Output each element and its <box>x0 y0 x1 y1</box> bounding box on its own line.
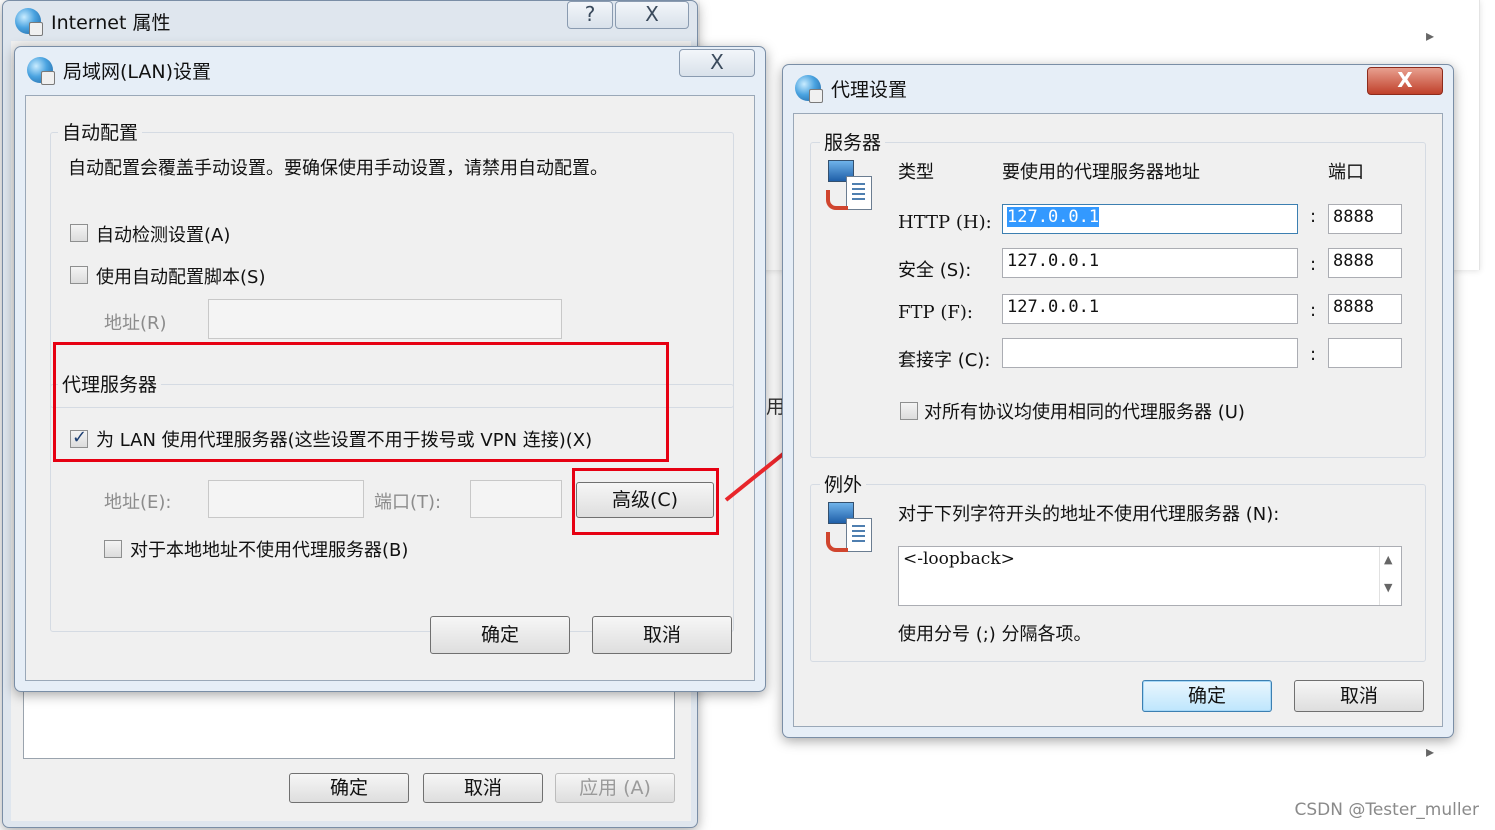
proxy-port-input[interactable] <box>470 480 562 518</box>
secure-port-input[interactable]: 8888 <box>1328 248 1402 278</box>
proxy-dialog-title: 代理设置 <box>831 78 908 101</box>
exceptions-computer-icon <box>826 502 874 558</box>
script-address-input[interactable] <box>208 299 562 339</box>
http-address-input[interactable]: 127.0.0.1 <box>1002 204 1298 234</box>
internet-list-box <box>23 691 675 759</box>
auto-detect-label[interactable]: 自动检测设置(A) <box>96 221 230 247</box>
internet-ok-button[interactable]: 确定 <box>289 773 409 803</box>
use-script-label[interactable]: 使用自动配置脚本(S) <box>96 263 265 289</box>
advanced-highlight-box <box>572 468 719 535</box>
http-colon: : <box>1310 206 1317 227</box>
proxy-highlight-box <box>53 342 669 462</box>
servers-group-label: 服务器 <box>820 128 886 155</box>
secure-address-input[interactable]: 127.0.0.1 <box>1002 248 1298 278</box>
ftp-label: FTP (F): <box>898 302 973 323</box>
lan-globe-icon <box>27 57 55 85</box>
proxy-ok-button[interactable]: 确定 <box>1142 680 1272 712</box>
proxy-address-label: 地址(E): <box>104 492 172 513</box>
ftp-port-input[interactable]: 8888 <box>1328 294 1402 324</box>
help-button[interactable]: ? <box>567 1 613 29</box>
lan-ok-button[interactable]: 确定 <box>430 616 570 654</box>
exceptions-value: <-loopback> <box>903 549 1015 569</box>
http-address-selected-text: 127.0.0.1 <box>1007 207 1100 227</box>
internet-properties-title: Internet 属性 <box>51 11 171 34</box>
proxy-settings-dialog: 代理设置 X 服务器 类型 要使用的代理服务器地址 端口 HTTP (H): 1… <box>782 64 1454 738</box>
internet-apply-button[interactable]: 应用 (A) <box>555 773 675 803</box>
exceptions-hint: 使用分号 (;) 分隔各项。 <box>898 624 1092 645</box>
proxy-address-input[interactable] <box>208 480 364 518</box>
bypass-local-checkbox[interactable] <box>104 540 122 558</box>
socks-label: 套接字 (C): <box>898 350 991 371</box>
background-chevron-icon-2: ▸ <box>1426 742 1435 761</box>
scroll-down-icon[interactable]: ▼ <box>1384 581 1392 594</box>
lan-close-button[interactable]: X <box>679 49 755 77</box>
http-label: HTTP (H): <box>898 212 992 233</box>
auto-config-description: 自动配置会覆盖手动设置。要确保使用手动设置，请禁用自动配置。 <box>68 158 608 179</box>
watermark: CSDN @Tester_muller <box>1294 800 1479 820</box>
secure-colon: : <box>1310 254 1317 275</box>
auto-detect-checkbox[interactable] <box>70 224 88 242</box>
socks-address-input[interactable] <box>1002 338 1298 368</box>
auto-config-group-label: 自动配置 <box>58 118 143 145</box>
exceptions-scrollbar[interactable]: ▲ ▼ <box>1379 547 1401 605</box>
lan-dialog-title: 局域网(LAN)设置 <box>63 60 212 83</box>
ftp-colon: : <box>1310 300 1317 321</box>
socks-port-input[interactable] <box>1328 338 1402 368</box>
col-type-header: 类型 <box>898 162 934 183</box>
bypass-local-label[interactable]: 对于本地地址不使用代理服务器(B) <box>130 536 408 562</box>
lan-titlebar: 局域网(LAN)设置 <box>15 47 765 93</box>
background-chevron-icon: ▸ <box>1426 26 1435 45</box>
lan-cancel-button[interactable]: 取消 <box>592 616 732 654</box>
ftp-address-input[interactable]: 127.0.0.1 <box>1002 294 1298 324</box>
use-script-checkbox[interactable] <box>70 266 88 284</box>
http-port-input[interactable]: 8888 <box>1328 204 1402 234</box>
proxy-port-label: 端口(T): <box>374 492 442 513</box>
col-address-header: 要使用的代理服务器地址 <box>1002 162 1200 183</box>
socks-colon: : <box>1310 344 1317 365</box>
proxy-close-button[interactable]: X <box>1367 67 1443 95</box>
internet-globe-icon <box>15 8 43 36</box>
proxy-titlebar: 代理设置 <box>783 65 1453 111</box>
script-address-label: 地址(R) <box>104 313 167 334</box>
exceptions-textarea[interactable]: <-loopback> ▲ ▼ <box>898 546 1402 606</box>
secure-label: 安全 (S): <box>898 260 972 281</box>
network-computer-icon <box>826 160 874 216</box>
exceptions-group-label: 例外 <box>820 470 867 497</box>
proxy-client-area: 服务器 类型 要使用的代理服务器地址 端口 HTTP (H): 127.0.0.… <box>793 113 1443 727</box>
internet-cancel-button[interactable]: 取消 <box>423 773 543 803</box>
proxy-globe-icon <box>795 75 823 103</box>
same-proxy-checkbox[interactable] <box>900 402 918 420</box>
same-proxy-label[interactable]: 对所有协议均使用相同的代理服务器 (U) <box>924 398 1245 424</box>
col-port-header: 端口 <box>1328 162 1364 183</box>
proxy-cancel-button[interactable]: 取消 <box>1294 680 1424 712</box>
internet-close-button[interactable]: X <box>615 1 689 29</box>
exceptions-description: 对于下列字符开头的地址不使用代理服务器 (N): <box>898 504 1280 525</box>
scroll-up-icon[interactable]: ▲ <box>1384 553 1392 566</box>
